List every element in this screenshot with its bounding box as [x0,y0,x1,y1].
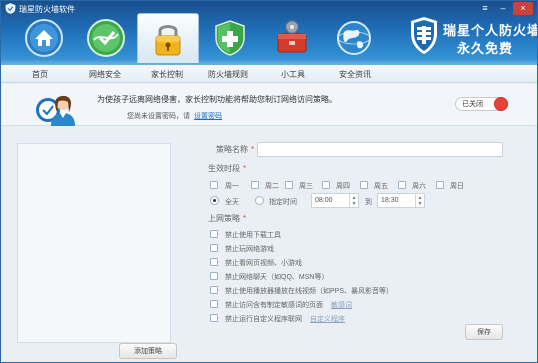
policy-form: 策略名称 * 生效时段 * 周一 周二 周三 周四 周五 周六 周日 全天 指定时间 [197,127,527,362]
brand-logo: 瑞星个人防火墙 永久免费 [409,16,537,62]
policy-name-label: 策略名称 * [216,145,255,154]
menu-button[interactable]: ≡ [477,2,493,15]
info-message: 为使孩子远离网络侵害，家长控制功能将帮助您制订网络访问策略。 [97,95,337,104]
day-label: 周五 [374,183,388,190]
day-label: 周四 [336,183,350,190]
toolbox-icon [277,20,307,53]
day-sun-checkbox[interactable] [436,181,444,189]
day-label: 周三 [299,183,313,190]
day-label: 周六 [412,183,426,190]
custom-program-link[interactable]: 自定义程序 [310,316,345,323]
rule-checkbox-online-player[interactable] [210,286,218,294]
close-button[interactable]: × [513,2,533,15]
shield-plus-icon [215,20,245,56]
nav-security-news-button[interactable] [323,13,385,63]
tab-security-news[interactable]: 安全资讯 [339,69,371,80]
rule-label: 禁止访问含有制定敏感词的页面 敏感词 [225,300,352,310]
tab-home[interactable]: 首页 [32,69,48,80]
rule-text: 禁止访问含有制定敏感词的页面 [225,302,323,309]
rule-label: 禁止使用播放器播放在线视频（如PPS、暴风影音等） [225,288,394,295]
header-banner: 瑞星防火墙软件 ≡ – × 瑞星个人防火墙 永久免费 [1,1,537,65]
rule-label: 禁止网络聊天（如QQ、MSN等） [225,274,329,281]
nav-tabs: 首页 网络安全 家长控制 防火墙规则 小工具 安全资讯 [1,65,537,83]
window-controls: ≡ – × [477,2,533,16]
password-hint: 您尚未设置密码，请 设置密码 [127,111,222,121]
specified-time-radio[interactable] [255,196,264,205]
all-day-radio[interactable] [210,196,219,205]
day-label: 周二 [265,183,279,190]
start-time-value: 08:00 [315,197,333,204]
nav-home-button[interactable] [13,13,75,63]
main-content: 添加策略 策略名称 * 生效时段 * 周一 周二 周三 周四 周五 周六 周日 全天 [1,127,537,362]
rule-label: 禁止看网页视频、小游戏 [225,260,302,267]
save-button[interactable]: 保存 [465,324,503,340]
brand-name: 瑞星个人防火墙 [443,23,538,38]
policy-list-panel[interactable]: 添加策略 [17,143,177,359]
time-period-label: 生效时段 * [208,164,247,173]
internet-policy-label-text: 上网策略 [208,214,240,223]
toggle-label: 已关闭 [462,101,483,108]
add-policy-button[interactable]: 添加策略 [119,343,177,359]
day-wed-checkbox[interactable] [285,181,293,189]
rule-label: 禁止使用下载工具 [225,232,281,239]
rule-checkbox-download[interactable] [210,230,218,238]
day-fri-checkbox[interactable] [360,181,368,189]
rule-text: 禁止运行自定义程序联网 [225,316,302,323]
tab-tools[interactable]: 小工具 [281,69,305,80]
nav-tools-button[interactable] [261,13,323,63]
home-icon [25,19,63,57]
policy-name-input[interactable] [257,142,503,157]
time-period-label-text: 生效时段 [208,164,240,173]
tab-network-security[interactable]: 网络安全 [89,69,121,80]
rule-checkbox-games[interactable] [210,244,218,252]
specified-time-label: 指定时间 [269,199,297,206]
brand-shield-icon [411,17,437,54]
set-password-link[interactable]: 设置密码 [194,113,222,120]
tab-firewall-rules[interactable]: 防火墙规则 [208,69,248,80]
firewall-window: 瑞星防火墙软件 ≡ – × 瑞星个人防火墙 永久免费 首页 网络安全 家长控制 … [0,0,538,363]
internet-policy-label: 上网策略 * [208,214,247,223]
spin-down-icon: ▼ [417,200,423,207]
day-label: 周日 [450,183,464,190]
start-time-spinner[interactable]: ▲ ▼ [349,194,358,207]
info-bar: 为使孩子远离网络侵害，家长控制功能将帮助您制订网络访问策略。 您尚未设置密码，请… [1,84,537,126]
network-shield-icon [87,19,125,57]
start-time-input[interactable]: 08:00 ▲ ▼ [311,193,359,208]
rule-label: 禁止运行自定义程序联网 自定义程序 [225,314,345,324]
password-prompt: 您尚未设置密码，请 [127,113,190,120]
rule-checkbox-chat[interactable] [210,272,218,280]
tab-parental-control[interactable]: 家长控制 [151,69,183,80]
day-tue-checkbox[interactable] [251,181,259,189]
nav-network-security-button[interactable] [75,13,137,63]
day-sat-checkbox[interactable] [398,181,406,189]
globe-icon [337,21,371,55]
minimize-button[interactable]: – [495,2,511,15]
parental-control-toggle[interactable]: 已关闭 [455,97,508,111]
spin-down-icon: ▼ [351,200,357,207]
day-mon-checkbox[interactable] [210,181,218,189]
end-time-input[interactable]: 18:30 ▲ ▼ [377,193,425,208]
rule-checkbox-web-video[interactable] [210,258,218,266]
sensitive-words-link[interactable]: 敏感词 [331,302,352,309]
toggle-knob [494,97,508,111]
to-label: 到 [365,199,372,206]
main-nav-icons [13,13,385,63]
rule-label: 禁止玩网络游戏 [225,246,274,253]
nav-firewall-rules-button[interactable] [199,13,261,63]
day-thu-checkbox[interactable] [322,181,330,189]
end-time-spinner[interactable]: ▲ ▼ [415,194,424,207]
policy-name-label-text: 策略名称 [216,145,248,154]
nav-parental-control-button[interactable] [137,13,199,63]
end-time-value: 18:30 [381,197,399,204]
all-day-label: 全天 [225,199,239,206]
parent-avatar-icon [36,95,75,126]
brand-slogan: 永久免费 [457,41,514,56]
day-label: 周一 [225,183,239,190]
rule-checkbox-sensitive-words[interactable] [210,300,218,308]
rule-checkbox-custom-program[interactable] [210,314,218,322]
lock-icon [155,24,181,55]
